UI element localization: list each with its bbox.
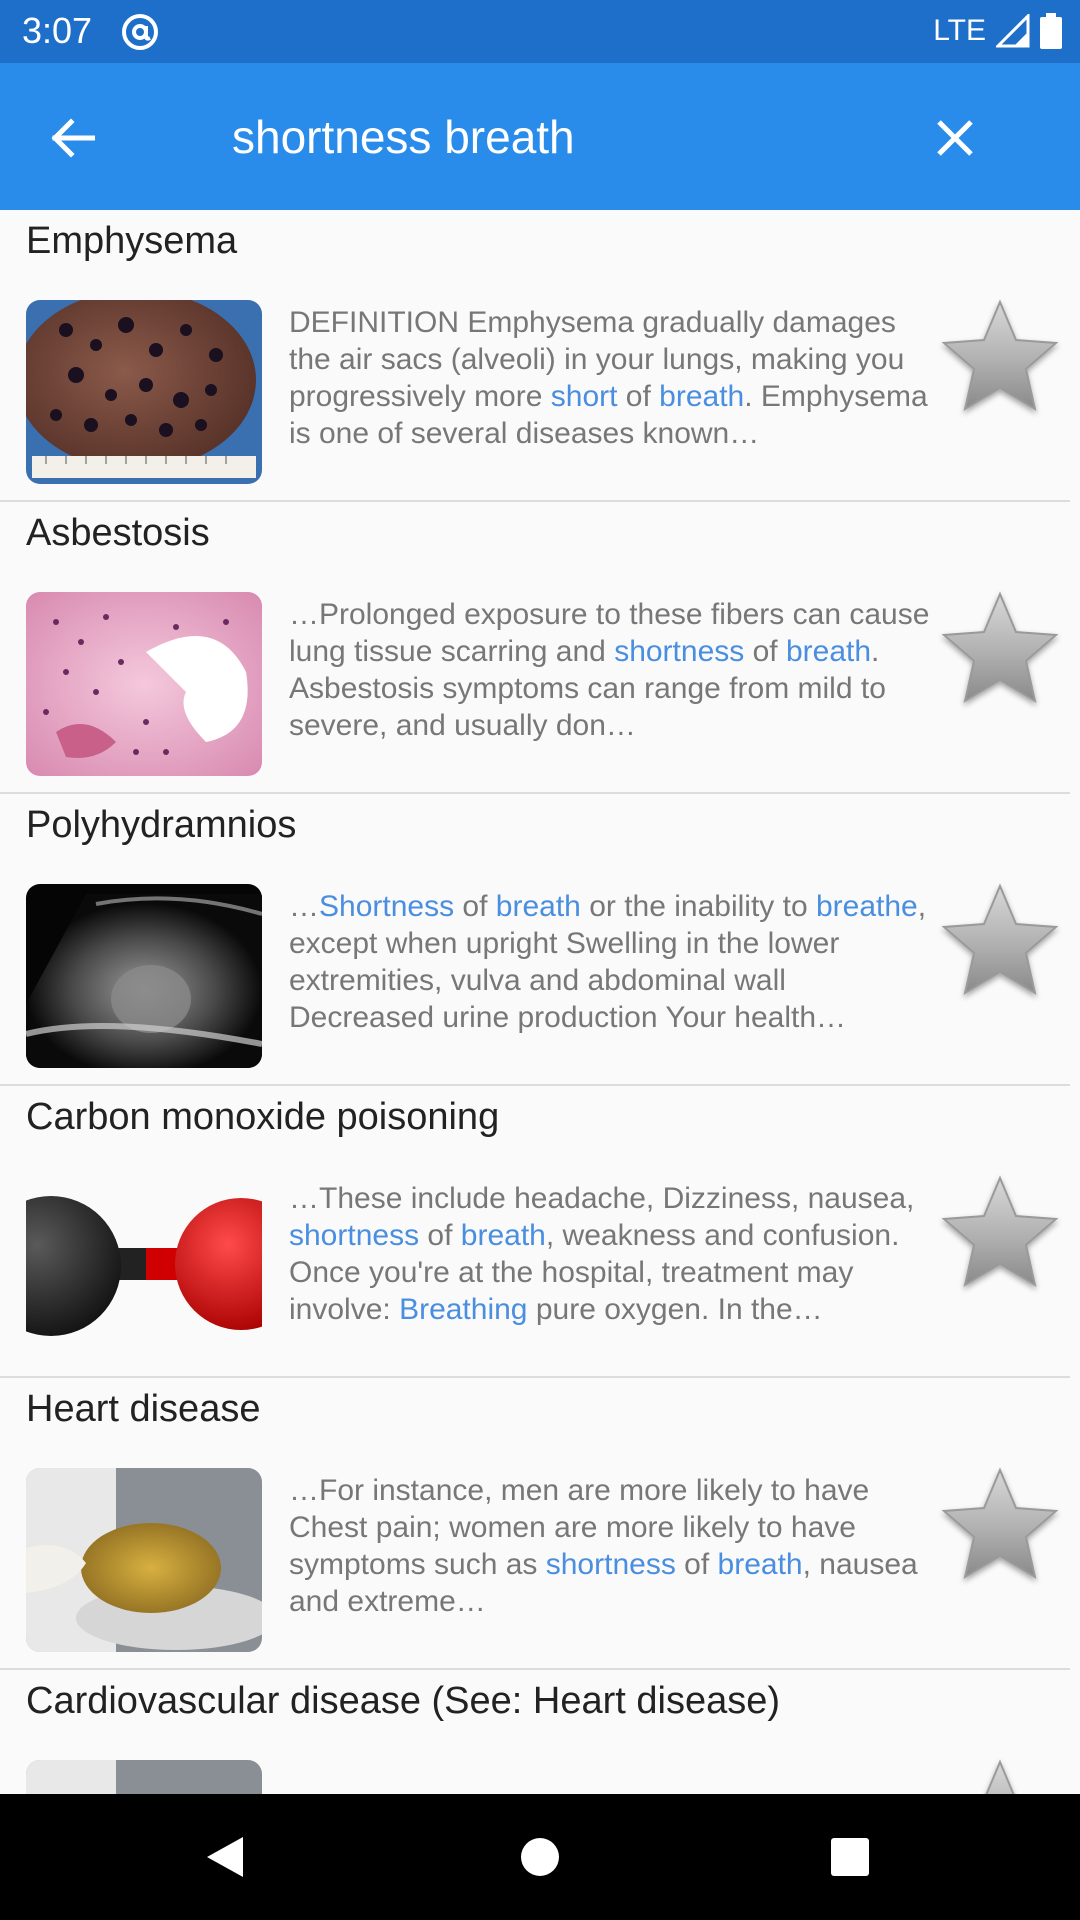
favorite-star-icon[interactable] [938,588,1062,712]
highlighted-term: breathe [815,890,918,923]
result-title: Cardiovascular disease (See: Heart disea… [26,1680,781,1722]
snippet-text: of [617,380,660,413]
result-item[interactable]: Carbon monoxide poisoning …These include… [0,1086,1080,1378]
snippet-text: … [289,890,319,923]
favorite-star-icon[interactable] [938,1464,1062,1588]
result-snippet: …Prolonged exposure to these fibers can … [289,596,939,744]
close-icon [937,120,973,156]
result-item[interactable]: Emphysema DEFINITION Emphysema gradually… [0,210,1080,502]
arrow-back-icon [51,118,95,158]
co-molecule-model-image [26,1176,262,1360]
result-title: Carbon monoxide poisoning [26,1096,500,1138]
ultrasound-image [26,884,262,1068]
result-title: Polyhydramnios [26,804,297,846]
result-snippet: …These include headache, Dizziness, naus… [289,1180,939,1328]
heart-specimen-image [26,1760,262,1794]
favorite-star-icon[interactable] [938,1172,1062,1296]
result-snippet: …Shortness of breath or the inability to… [289,888,939,1036]
result-title: Heart disease [26,1388,261,1430]
snippet-text: …These include headache, Dizziness, naus… [289,1182,915,1215]
snippet-text: of [419,1219,461,1252]
favorite-star-icon[interactable] [938,880,1062,1004]
snippet-text: or the inability to [580,890,816,923]
highlighted-term: breath [659,380,745,413]
results-list: Emphysema DEFINITION Emphysema gradually… [0,210,1080,1794]
lung-tissue-histology-image [26,592,262,776]
highlighted-term: breath [785,635,872,668]
snippet-text: of [454,890,496,923]
highlighted-term: Breathing [399,1293,528,1326]
result-item[interactable]: Heart disease …For instance, men are mor… [0,1378,1080,1670]
at-sign-icon [122,14,158,50]
result-title: Emphysema [26,220,238,262]
back-button[interactable] [42,108,102,168]
favorite-star-icon[interactable] [938,1756,1062,1794]
nav-recents-button[interactable] [820,1827,880,1887]
lung-specimen-image [26,300,262,484]
network-type-label: LTE [933,14,986,47]
nav-back-icon [207,1837,243,1877]
highlighted-term: breath [495,890,581,923]
result-snippet: DEFINITION Emphysema gradually damages t… [289,304,939,452]
favorite-star-icon[interactable] [938,296,1062,420]
heart-specimen-image [26,1468,262,1652]
signal-icon [996,14,1030,48]
clear-search-button[interactable] [925,108,985,168]
snippet-text: of [675,1548,718,1581]
highlighted-term: shortness [614,635,745,668]
result-title: Asbestosis [26,512,210,554]
navigation-bar [0,1794,1080,1920]
result-item[interactable]: Polyhydramnios …Shortness of breath or t… [0,794,1080,1086]
result-item[interactable]: Asbestosis …Prolonged exposure to these … [0,502,1080,794]
highlighted-term: breath [717,1548,803,1581]
search-app-bar: shortness breath [0,63,1080,210]
result-item[interactable]: Cardiovascular disease (See: Heart disea… [0,1670,1080,1794]
battery-icon [1040,13,1062,49]
highlighted-term: shortness [289,1219,420,1252]
highlighted-term: shortness [545,1548,676,1581]
nav-back-button[interactable] [195,1827,255,1887]
nav-recents-icon [831,1838,869,1876]
highlighted-term: short [550,380,618,413]
status-time: 3:07 [22,10,93,51]
snippet-text: of [744,635,786,668]
status-bar: 3:07 LTE [0,0,1080,63]
snippet-text: pure oxygen. In the… [527,1293,823,1326]
result-snippet: …For instance, men are more likely to ha… [289,1472,939,1620]
nav-home-icon [521,1838,559,1876]
nav-home-button[interactable] [510,1827,570,1887]
search-input[interactable]: shortness breath [232,107,575,167]
highlighted-term: Shortness [319,890,455,923]
highlighted-term: breath [460,1219,546,1252]
